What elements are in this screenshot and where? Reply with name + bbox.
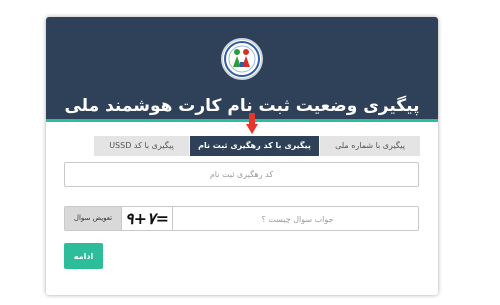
national-registration-logo-icon: [221, 38, 263, 80]
continue-button[interactable]: ادامه: [64, 243, 103, 269]
header-banner: پیگیری وضعیت ثبت نام کارت هوشمند ملی: [46, 17, 438, 119]
accent-divider: [46, 119, 438, 122]
captcha-answer-input[interactable]: [173, 207, 422, 232]
tab-national-id[interactable]: پیگیری با شماره ملی: [320, 136, 420, 156]
tracking-code-input[interactable]: [64, 162, 419, 187]
tab-tracking-code[interactable]: پیگیری با کد رهگیری ثبت نام: [190, 136, 320, 156]
captcha-question-text: ۹+۷=: [125, 209, 169, 228]
tab-ussd-tracking[interactable]: پیگیری با کد USSD: [94, 136, 190, 156]
captcha-image: ۹+۷=: [122, 207, 173, 230]
tracking-method-tabs: پیگیری با کد USSD پیگیری با کد رهگیری ثب…: [94, 136, 420, 156]
change-question-button[interactable]: تعویض سوال: [65, 207, 122, 230]
tracking-card: پیگیری وضعیت ثبت نام کارت هوشمند ملی: [46, 17, 438, 295]
page-title: پیگیری وضعیت ثبت نام کارت هوشمند ملی: [64, 96, 420, 116]
captcha-row: تعویض سوال ۹+۷=: [64, 206, 422, 232]
